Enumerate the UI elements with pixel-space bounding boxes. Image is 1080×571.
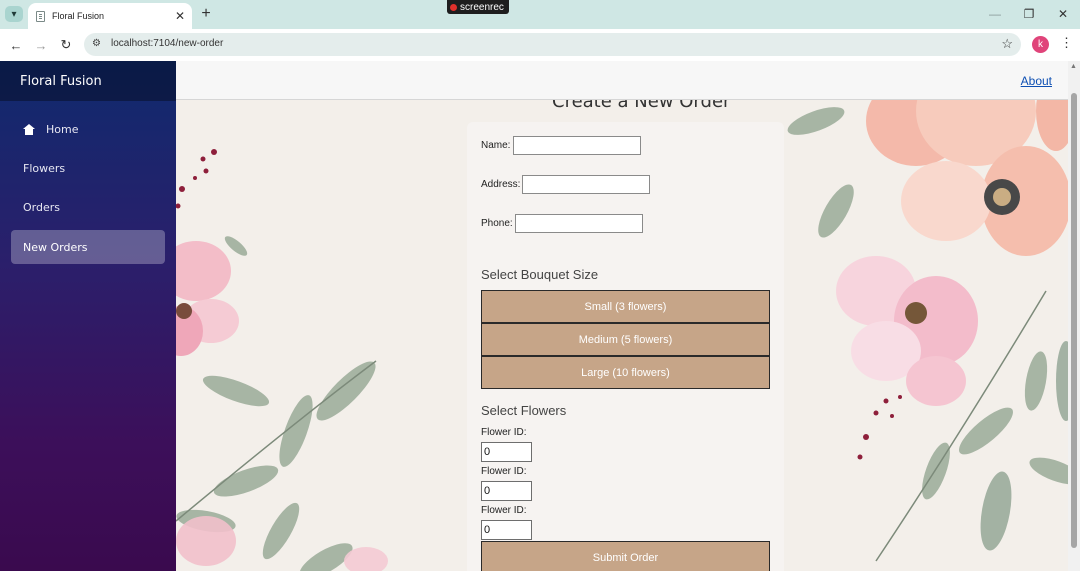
flower-id-input[interactable]: 0 <box>481 481 532 501</box>
bouquet-large-button[interactable]: Large (10 flowers) <box>481 356 770 389</box>
name-label: Name: <box>481 140 511 151</box>
star-icon[interactable]: ☆ <box>1001 36 1013 52</box>
flower-id-input[interactable]: 0 <box>481 520 532 540</box>
submit-order-button[interactable]: Submit Order <box>481 541 770 571</box>
avatar[interactable]: k <box>1032 36 1049 53</box>
window-close-icon[interactable]: ✕ <box>1046 0 1080 28</box>
app: Floral Fusion Home Flowers Orders New Or… <box>0 61 1080 571</box>
bouquet-medium-button[interactable]: Medium (5 flowers) <box>481 323 770 356</box>
kebab-menu-icon[interactable]: ⋮ <box>1060 35 1073 51</box>
flower-id-label: Flower ID: <box>481 505 527 516</box>
scroll-up-icon[interactable]: ▲ <box>1070 63 1077 70</box>
main-content: About Create a New Order Name: Address: … <box>176 61 1068 571</box>
phone-label: Phone: <box>481 218 513 229</box>
top-bar: About <box>176 61 1068 100</box>
window-controls: — ❐ ✕ <box>978 0 1080 29</box>
sidebar-item-label: Flowers <box>23 161 66 175</box>
sidebar: Floral Fusion Home Flowers Orders New Or… <box>0 61 176 571</box>
site-info-icon[interactable]: ⚙ <box>92 38 104 50</box>
sidebar-item-flowers[interactable]: Flowers <box>11 151 165 185</box>
select-flowers-title: Select Flowers <box>481 403 567 418</box>
close-icon[interactable]: ✕ <box>172 9 188 23</box>
address-label: Address: <box>481 179 521 190</box>
chevron-down-icon[interactable]: ▾ <box>5 6 23 22</box>
sidebar-item-home[interactable]: Home <box>11 112 165 146</box>
browser-tab-strip: ▾ Floral Fusion ✕ + screenrec — ❐ ✕ <box>0 0 1080 29</box>
name-field[interactable] <box>513 136 641 155</box>
sidebar-item-label: Home <box>46 122 79 136</box>
flower-id-label: Flower ID: <box>481 427 527 438</box>
browser-tab[interactable]: Floral Fusion ✕ <box>28 3 192 29</box>
minimize-icon[interactable]: — <box>978 0 1012 28</box>
scrollbar[interactable]: ▲ <box>1068 61 1080 571</box>
screen-recorder-badge: screenrec <box>447 0 509 14</box>
url-text[interactable]: localhost:7104/new-order <box>111 38 223 49</box>
bouquet-size-title: Select Bouquet Size <box>481 267 599 282</box>
plus-icon[interactable]: + <box>198 5 214 23</box>
arrow-left-icon[interactable]: ← <box>6 35 26 55</box>
brand-bar: Floral Fusion <box>0 61 176 101</box>
sidebar-item-label: New Orders <box>23 240 88 254</box>
page-favicon-icon <box>36 10 45 22</box>
browser-toolbar: ← → ↻ ⚙ localhost:7104/new-order ☆ k ⋮ <box>0 29 1080 61</box>
sidebar-item-label: Orders <box>23 200 60 214</box>
flower-id-input[interactable]: 0 <box>481 442 532 462</box>
record-dot-icon <box>450 3 457 11</box>
home-icon <box>23 123 35 135</box>
recorder-label: screenrec <box>460 1 504 13</box>
arrow-right-icon[interactable]: → <box>31 35 51 55</box>
reload-icon[interactable]: ↻ <box>56 35 76 55</box>
sidebar-item-new-orders[interactable]: New Orders <box>11 230 165 264</box>
address-bar[interactable]: ⚙ localhost:7104/new-order ☆ <box>84 33 1021 56</box>
flower-id-label: Flower ID: <box>481 466 527 477</box>
scrollbar-thumb[interactable] <box>1071 93 1077 548</box>
bouquet-small-button[interactable]: Small (3 flowers) <box>481 290 770 323</box>
phone-field[interactable] <box>515 214 643 233</box>
address-field[interactable] <box>522 175 650 194</box>
maximize-icon[interactable]: ❐ <box>1012 0 1046 28</box>
tab-title: Floral Fusion <box>52 11 105 21</box>
sidebar-item-orders[interactable]: Orders <box>11 190 165 224</box>
order-form: Name: Address: Phone: Select Bouquet Siz… <box>467 122 784 571</box>
brand-title[interactable]: Floral Fusion <box>20 74 102 89</box>
about-link[interactable]: About <box>1021 74 1052 88</box>
